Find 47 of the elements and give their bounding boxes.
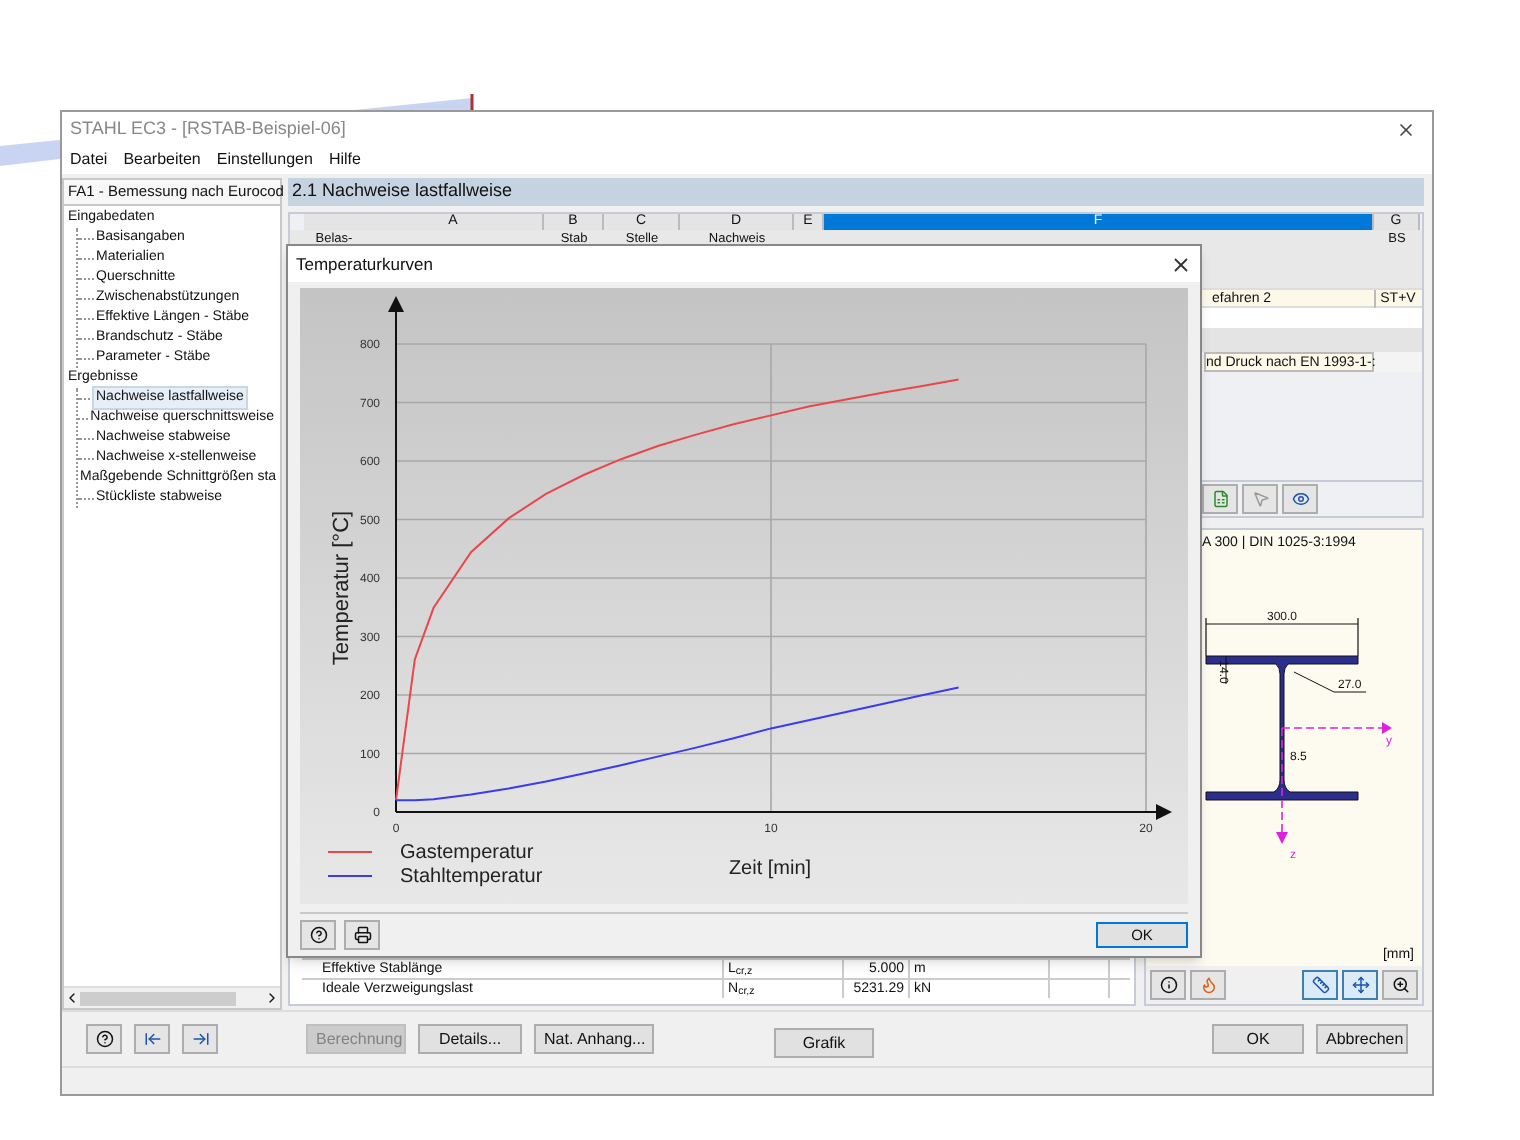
horizontal-scrollbar[interactable] [64,986,280,1008]
zoom-button[interactable] [1382,970,1418,1000]
y-axis-label: Temperatur [°C] [330,510,354,666]
zoom-icon [1391,976,1409,994]
window-title: STAHL EC3 - [RSTAB-Beispiel-06] [70,115,346,142]
spreadsheet-icon [1211,490,1229,508]
printer-icon [353,926,371,944]
legend-label: Gastemperatur [400,842,534,864]
help-icon [95,1030,113,1048]
scroll-right-icon[interactable] [264,990,280,1006]
info-icon [1159,976,1177,994]
help-button[interactable] [86,1024,122,1054]
view-button[interactable] [1282,484,1318,514]
menu-item[interactable]: Datei [70,148,108,172]
axes-button[interactable] [1342,970,1378,1000]
arrow-left-icon [143,1030,161,1048]
dialog-button[interactable]: Abbrechen [1316,1024,1408,1054]
legend-label: Stahltemperatur [400,866,543,888]
scroll-left-icon[interactable] [64,990,80,1006]
close-icon[interactable] [1396,119,1416,139]
y-axis-arrow [1281,721,1392,733]
eye-icon [1291,490,1309,508]
x-axis-label: Zeit [min] [728,858,812,880]
menu-item[interactable]: Hilfe [328,148,361,172]
menu-item[interactable]: Einstellungen [216,148,313,172]
print-button[interactable] [344,920,380,950]
close-icon[interactable] [1170,253,1192,275]
dialog-button[interactable]: Details... [418,1024,522,1054]
dimension-button[interactable] [1302,970,1338,1000]
help-icon [309,926,327,944]
menu-item[interactable]: Bearbeiten [123,148,201,172]
info-button[interactable] [1150,970,1186,1000]
axes-icon [1351,976,1369,994]
flame-icon [1199,976,1217,994]
arrow-right-icon [191,1030,209,1048]
dialog-button[interactable]: Grafik [774,1028,874,1058]
pointer-icon [1251,490,1269,508]
dialog-title: Temperaturkurven [296,251,434,277]
ruler-icon [1311,976,1329,994]
panel-header: 2.1 Nachweise lastfallweise [288,178,1424,206]
import-button[interactable] [134,1024,170,1054]
help-button[interactable] [300,920,336,950]
spreadsheet-button[interactable] [1202,484,1238,514]
export-button[interactable] [182,1024,218,1054]
z-axis-arrow [1276,726,1288,843]
dialog-button[interactable]: Nat. Anhang... [534,1024,654,1054]
dialog-button[interactable]: OK [1212,1024,1304,1054]
